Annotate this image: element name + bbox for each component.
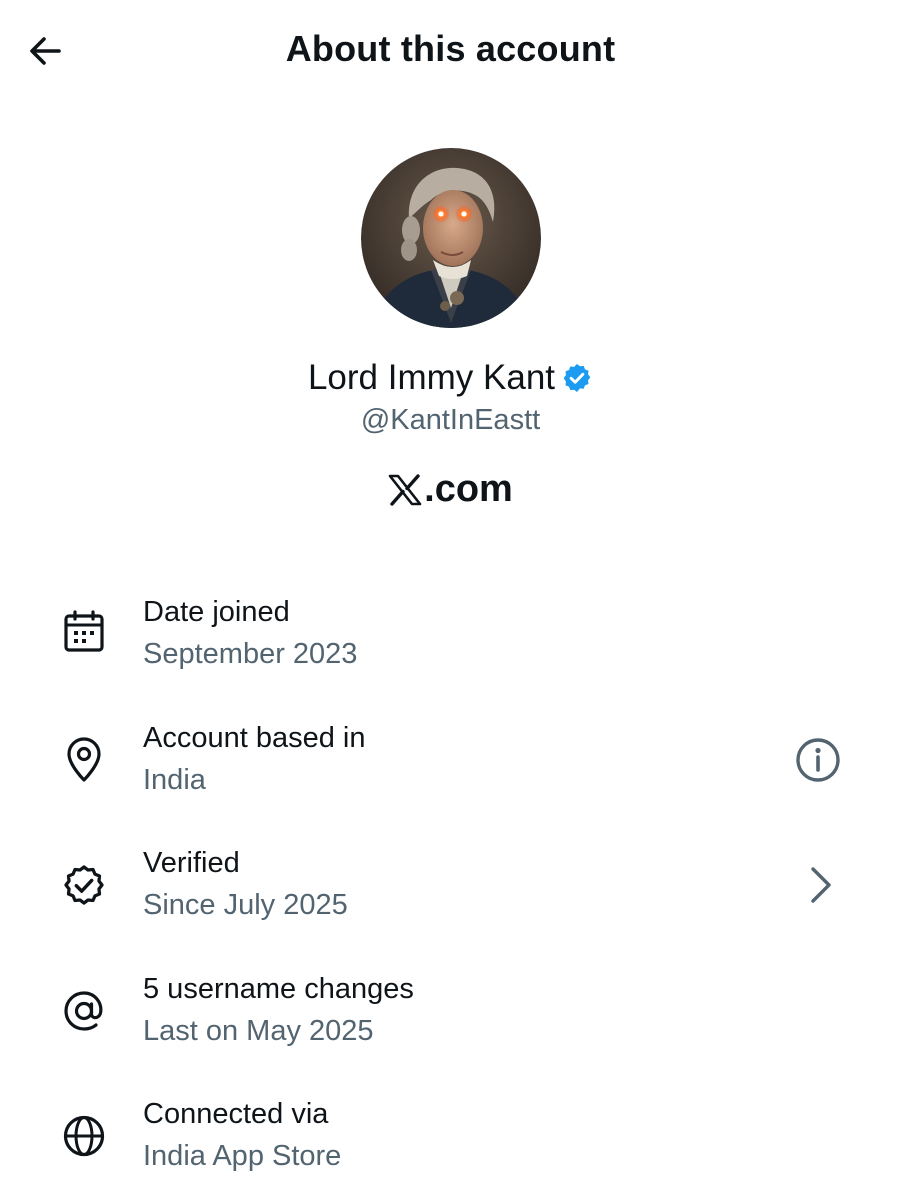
row-title: Connected via — [143, 1098, 329, 1130]
connected-via-row: Connected via India App Store — [0, 1092, 901, 1192]
username-changes-row: 5 username changes Last on May 2025 — [0, 967, 901, 1067]
platform-label: .com — [0, 468, 901, 511]
verified-badge-icon — [56, 857, 112, 913]
row-title: Verified — [143, 847, 240, 879]
platform-domain: .com — [424, 468, 513, 510]
calendar-icon — [56, 604, 112, 660]
globe-icon — [56, 1108, 112, 1164]
at-sign-icon — [56, 983, 112, 1039]
row-title: 5 username changes — [143, 973, 414, 1005]
location-pin-icon — [56, 732, 112, 788]
display-name: Lord Immy Kant — [307, 358, 556, 397]
verified-badge-icon — [563, 364, 591, 392]
page-title: About this account — [285, 28, 616, 69]
row-subtitle: India App Store — [143, 1140, 342, 1172]
chevron-right-icon — [811, 867, 831, 903]
row-subtitle: India — [143, 764, 206, 796]
row-title: Date joined — [143, 596, 290, 628]
verified-row[interactable]: Verified Since July 2025 — [0, 841, 901, 941]
row-subtitle: Since July 2025 — [143, 889, 348, 921]
header: About this account — [0, 0, 901, 100]
info-button[interactable] — [788, 730, 848, 790]
info-icon — [796, 738, 840, 782]
account-location-row: Account based in India — [0, 716, 901, 816]
verified-details-button[interactable] — [790, 855, 850, 915]
row-subtitle: September 2023 — [143, 638, 358, 670]
date-joined-row: Date joined September 2023 — [0, 590, 901, 690]
row-subtitle: Last on May 2025 — [143, 1015, 374, 1047]
username-handle: @KantInEastt — [360, 404, 541, 436]
x-logo-icon — [388, 473, 422, 506]
row-title: Account based in — [143, 722, 366, 754]
about-account-page: About this account Lord Immy Kant @KantI… — [0, 0, 901, 1200]
display-name-row: Lord Immy Kant — [0, 358, 901, 398]
avatar[interactable] — [361, 148, 541, 328]
